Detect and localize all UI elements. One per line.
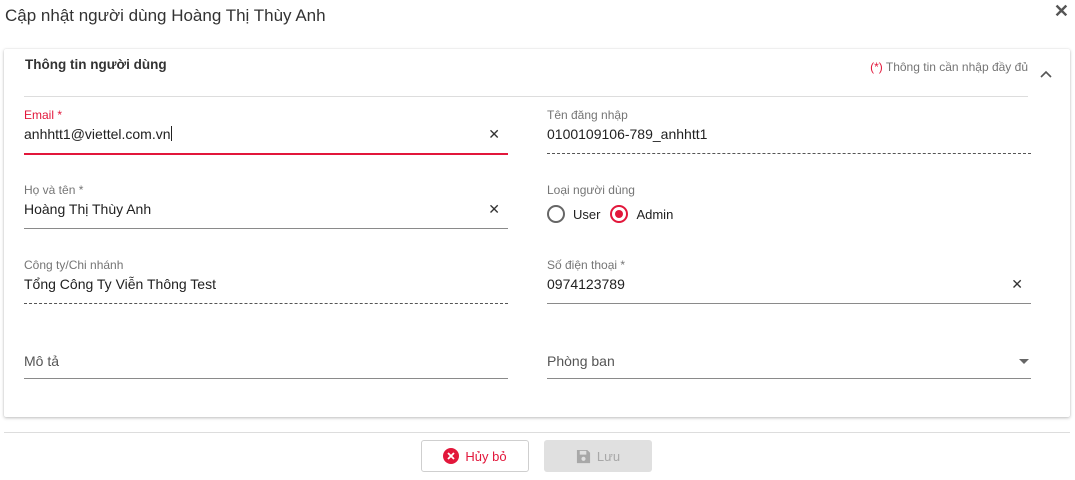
- caret-down-icon[interactable]: [1019, 359, 1029, 364]
- radio-user-label: User: [573, 206, 601, 222]
- email-input[interactable]: anhhtt1@viettel.com.vn: [24, 126, 172, 142]
- company-value: Tổng Công Ty Viễn Thông Test: [24, 276, 216, 292]
- company-field: Công ty/Chi nhánh Tổng Công Ty Viễn Thôn…: [24, 258, 508, 306]
- fullname-label: Họ và tên *: [24, 183, 84, 197]
- footer-divider: [4, 432, 1070, 433]
- company-label: Công ty/Chi nhánh: [24, 258, 124, 272]
- description-input[interactable]: Mô tả: [24, 353, 59, 369]
- user-type-field: Loại người dùng User Admin: [547, 183, 1031, 231]
- clear-icon[interactable]: ✕: [488, 126, 500, 143]
- radio-admin[interactable]: Admin: [610, 205, 673, 223]
- department-placeholder: Phòng ban: [547, 353, 615, 369]
- required-note-text: Thông tin cần nhập đầy đủ: [882, 60, 1028, 74]
- close-icon[interactable]: ✕: [1054, 2, 1069, 20]
- phone-input[interactable]: 0974123789: [547, 276, 625, 292]
- save-label: Lưu: [596, 448, 621, 464]
- email-field[interactable]: Email * anhhtt1@viettel.com.vn ✕: [24, 108, 508, 156]
- email-label: Email *: [24, 108, 63, 122]
- user-type-label: Loại người dùng: [547, 183, 635, 197]
- section-divider: [24, 96, 1028, 97]
- fullname-underline: [24, 228, 508, 229]
- department-select[interactable]: Phòng ban: [547, 353, 1031, 381]
- cancel-label: Hủy bỏ: [465, 448, 507, 464]
- phone-field[interactable]: Số điện thoại * 0974123789 ✕: [547, 258, 1031, 306]
- description-field[interactable]: Mô tả: [24, 353, 508, 381]
- username-field: Tên đăng nhập 0100109106-789_anhhtt1: [547, 108, 1031, 156]
- email-value: anhhtt1@viettel.com.vn: [24, 126, 171, 142]
- radio-user-circle[interactable]: [547, 205, 565, 223]
- text-cursor: [170, 126, 172, 141]
- radio-admin-label: Admin: [636, 206, 674, 222]
- floppy-disk-icon: [576, 449, 591, 464]
- section-title: Thông tin người dùng: [25, 57, 167, 72]
- user-info-card: Thông tin người dùng (*) Thông tin cần n…: [4, 49, 1070, 417]
- radio-user[interactable]: User: [547, 205, 600, 223]
- radio-admin-circle[interactable]: [610, 205, 629, 223]
- phone-underline: [547, 303, 1031, 304]
- company-underline: [24, 303, 508, 304]
- clear-icon[interactable]: ✕: [1011, 276, 1023, 293]
- user-type-radio-group: User Admin: [547, 205, 683, 223]
- x-circle-icon: [443, 448, 460, 464]
- dialog-title: Cập nhật người dùng Hoàng Thị Thùy Anh: [5, 6, 326, 25]
- save-button[interactable]: Lưu: [544, 440, 652, 472]
- username-value: 0100109106-789_anhhtt1: [547, 126, 708, 142]
- required-note: (*) Thông tin cần nhập đầy đủ: [870, 60, 1028, 74]
- required-mark: (*): [870, 60, 883, 74]
- email-underline: [24, 153, 508, 155]
- fullname-input[interactable]: Hoàng Thị Thùy Anh: [24, 201, 151, 217]
- clear-icon[interactable]: ✕: [488, 201, 500, 218]
- phone-label: Số điện thoại *: [547, 258, 626, 272]
- chevron-up-icon[interactable]: [1040, 69, 1052, 79]
- username-underline: [547, 153, 1031, 154]
- department-underline: [547, 378, 1031, 379]
- description-underline: [24, 378, 508, 379]
- fullname-field[interactable]: Họ và tên * Hoàng Thị Thùy Anh ✕: [24, 183, 508, 231]
- username-label: Tên đăng nhập: [547, 108, 628, 122]
- update-user-dialog: Cập nhật người dùng Hoàng Thị Thùy Anh ✕…: [0, 0, 1075, 480]
- cancel-button[interactable]: Hủy bỏ: [421, 440, 529, 472]
